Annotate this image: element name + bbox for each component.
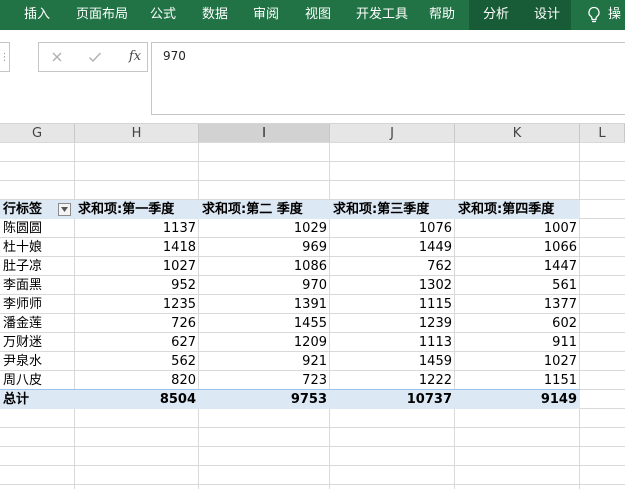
name-box-dropdown[interactable]: ⋮ — [0, 42, 10, 72]
formula-input[interactable]: 970 — [151, 42, 625, 115]
pivot-row-label[interactable]: 尹泉水 — [0, 352, 75, 371]
pivot-value-cell[interactable]: 1076 — [330, 219, 455, 238]
tab-help[interactable]: 帮助 — [427, 0, 457, 30]
pivot-row-label[interactable]: 李面黑 — [0, 276, 75, 295]
pivot-value-cell[interactable]: 1455 — [199, 314, 330, 333]
tab-page-layout[interactable]: 页面布局 — [74, 0, 130, 30]
cancel-x-icon[interactable] — [43, 43, 71, 71]
pivot-row-label[interactable]: 杜十娘 — [0, 238, 75, 257]
pivot-value-cell[interactable]: 562 — [75, 352, 199, 371]
column-header-k[interactable]: K — [455, 124, 580, 143]
pivot-value-cell[interactable]: 1391 — [199, 295, 330, 314]
pivot-total-cell[interactable]: 8504 — [75, 390, 199, 409]
pivot-row-label[interactable]: 陈圆圆 — [0, 219, 75, 238]
pivot-value-header[interactable]: 求和项:第四季度 — [455, 200, 580, 219]
pivot-value-cell[interactable]: 1447 — [455, 257, 580, 276]
gridline-row — [0, 142, 625, 143]
tab-data[interactable]: 数据 — [200, 0, 230, 30]
pivot-value-cell[interactable]: 911 — [455, 333, 580, 352]
pivot-value-cell[interactable]: 726 — [75, 314, 199, 333]
ribbon-tab-bar: 操 插入 页面布局 公式 数据 审阅 视图 开发工具 帮助 分析 设计 — [0, 0, 625, 30]
pivot-value-cell[interactable]: 602 — [455, 314, 580, 333]
pivot-value-cell[interactable]: 921 — [199, 352, 330, 371]
tab-review[interactable]: 审阅 — [251, 0, 281, 30]
gridline-row — [0, 465, 625, 466]
dropdown-filter-icon[interactable] — [58, 203, 71, 216]
pivot-row-label[interactable]: 万财迷 — [0, 333, 75, 352]
tab-formulas[interactable]: 公式 — [148, 0, 178, 30]
checkmark-icon[interactable] — [81, 43, 109, 71]
pivot-value-cell[interactable]: 1239 — [330, 314, 455, 333]
pivot-value-cell[interactable]: 1151 — [455, 371, 580, 390]
column-header-i[interactable]: I — [199, 124, 330, 143]
gridline-row — [0, 427, 625, 428]
pivot-value-cell[interactable]: 627 — [75, 333, 199, 352]
pivot-total-cell[interactable]: 9753 — [199, 390, 330, 409]
tab-developer[interactable]: 开发工具 — [352, 0, 412, 30]
tab-analyze[interactable]: 分析 — [469, 0, 523, 30]
pivot-value-cell[interactable]: 1086 — [199, 257, 330, 276]
tab-insert[interactable]: 插入 — [22, 0, 52, 30]
gridline-row — [0, 446, 625, 447]
pivot-value-header[interactable]: 求和项:第一季度 — [75, 200, 199, 219]
pivot-row-label[interactable]: 周八皮 — [0, 371, 75, 390]
pivot-value-cell[interactable]: 820 — [75, 371, 199, 390]
pivot-value-cell[interactable]: 1459 — [330, 352, 455, 371]
tab-design[interactable]: 设计 — [523, 0, 571, 30]
pivot-value-cell[interactable]: 1007 — [455, 219, 580, 238]
column-header-l[interactable]: L — [580, 124, 625, 143]
tab-view[interactable]: 视图 — [303, 0, 333, 30]
pivot-value-cell[interactable]: 561 — [455, 276, 580, 295]
pivot-row-label[interactable]: 潘金莲 — [0, 314, 75, 333]
pivot-value-cell[interactable]: 1235 — [75, 295, 199, 314]
insert-function-button[interactable]: fx — [123, 43, 147, 71]
pivot-value-cell[interactable]: 762 — [330, 257, 455, 276]
pivot-total-cell[interactable]: 9149 — [455, 390, 580, 409]
pivot-value-cell[interactable]: 1027 — [455, 352, 580, 371]
pivot-value-header[interactable]: 求和项:第三季度 — [330, 200, 455, 219]
pivot-value-cell[interactable]: 1418 — [75, 238, 199, 257]
pivot-total-label[interactable]: 总计 — [0, 390, 75, 409]
pivot-value-cell[interactable]: 969 — [199, 238, 330, 257]
pivot-value-cell[interactable]: 1115 — [330, 295, 455, 314]
pivot-value-cell[interactable]: 1377 — [455, 295, 580, 314]
gridline-row — [0, 161, 625, 162]
column-header-g[interactable]: G — [0, 124, 75, 143]
pivot-value-cell[interactable]: 1137 — [75, 219, 199, 238]
pivot-value-cell[interactable]: 952 — [75, 276, 199, 295]
worksheet-grid[interactable]: G H I J K L 行标签 求和项:第一季度 求和项:第二 季度 求和项:第三季度 求和项:第四… — [0, 124, 625, 489]
pivot-value-cell[interactable]: 1302 — [330, 276, 455, 295]
pivot-row-label[interactable]: 李师师 — [0, 295, 75, 314]
gridline-row — [0, 484, 625, 485]
pivot-value-cell[interactable]: 970 — [199, 276, 330, 295]
pivot-value-header[interactable]: 求和项:第二 季度 — [199, 200, 330, 219]
pivot-value-cell[interactable]: 1027 — [75, 257, 199, 276]
pivot-total-cell[interactable]: 10737 — [330, 390, 455, 409]
pivot-value-cell[interactable]: 1029 — [199, 219, 330, 238]
lightbulb-icon[interactable] — [584, 0, 604, 30]
formula-bar-area: ⋮ fx 970 — [0, 30, 625, 124]
pivot-value-cell[interactable]: 723 — [199, 371, 330, 390]
gridline-row — [0, 180, 625, 181]
column-header-h[interactable]: H — [75, 124, 199, 143]
pivot-value-cell[interactable]: 1113 — [330, 333, 455, 352]
pivot-value-cell[interactable]: 1209 — [199, 333, 330, 352]
pivot-row-label[interactable]: 肚子凉 — [0, 257, 75, 276]
pivot-value-cell[interactable]: 1222 — [330, 371, 455, 390]
tell-me-search[interactable]: 操 — [608, 0, 621, 30]
formula-buttons: fx — [38, 42, 148, 72]
pivot-value-cell[interactable]: 1449 — [330, 238, 455, 257]
pivot-value-cell[interactable]: 1066 — [455, 238, 580, 257]
column-header-j[interactable]: J — [330, 124, 455, 143]
